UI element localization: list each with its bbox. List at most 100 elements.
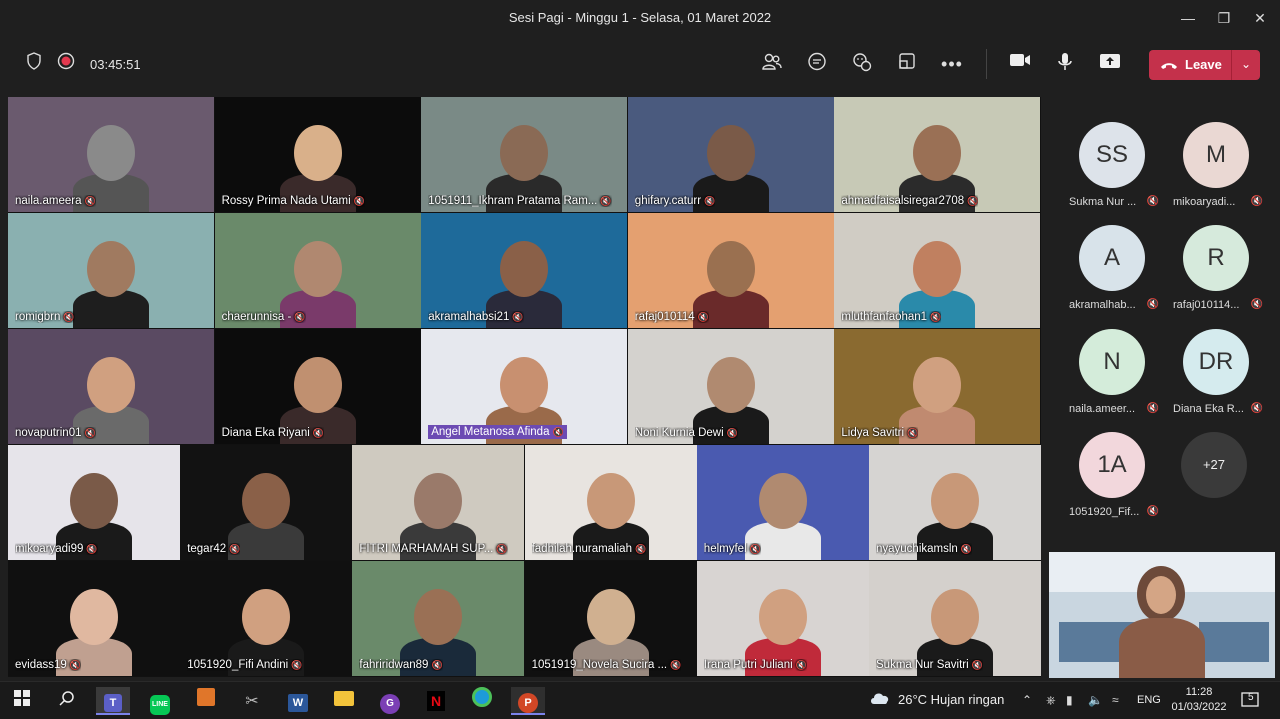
chat-icon[interactable] [805, 52, 829, 76]
participant-video-tile[interactable]: fahriridwan89 🔇 [352, 561, 525, 676]
tray-microphone-icon[interactable]: ⎈ [1046, 693, 1056, 708]
roster-participant[interactable]: Rrafaj010114... 🔇 [1161, 225, 1271, 325]
pdf-app-icon[interactable]: G [373, 687, 407, 715]
participant-video-tile[interactable]: Irana Putri Juliani 🔇 [696, 561, 869, 676]
participant-video-tile[interactable]: novaputrin01 🔇 [8, 329, 214, 444]
participant-video-tile[interactable]: FITRI MARHAMAH SUP... 🔇 [352, 445, 525, 560]
shield-icon [22, 52, 46, 76]
roster-participant[interactable]: Aakramalhab... 🔇 [1057, 225, 1167, 325]
participant-name: Angel Metanosa Afinda 🔇 [428, 425, 567, 439]
notifications-icon[interactable]: 5 [1240, 690, 1262, 713]
roster-participant[interactable]: Nnaila.ameer... 🔇 [1057, 329, 1167, 429]
line-app-icon[interactable]: LINE [143, 687, 177, 715]
file-explorer-icon[interactable] [327, 687, 361, 715]
leave-options-button[interactable]: ⌄ [1231, 50, 1260, 80]
mic-muted-icon: 🔇 [795, 660, 807, 670]
participant-video-tile[interactable]: Diana Eka Riyani 🔇 [214, 329, 421, 444]
system-clock[interactable]: 11:28 01/03/2022 [1170, 685, 1228, 715]
roster-participant[interactable]: Mmikoaryadi... 🔇 [1161, 122, 1271, 222]
wifi-icon[interactable]: ≈ [1112, 693, 1119, 707]
roster-participant[interactable]: SS Sukma Nur ... 🔇 [1057, 122, 1167, 222]
teams-app-icon[interactable]: T [96, 687, 130, 715]
participant-name-text: mluthfanfaohan1 [841, 311, 928, 323]
roster-participant[interactable]: 1A 1051920_Fif... 🔇 [1057, 432, 1167, 532]
participant-name-text: ghifary.caturr [634, 195, 702, 207]
participant-video-tile[interactable]: mikoaryadi99 🔇 [8, 445, 180, 560]
reactions-icon[interactable] [850, 52, 874, 76]
participant-name-text: Rossy Prima Nada Utami [221, 195, 351, 207]
participant-video-tile[interactable]: akramalhabsi21 🔇 [421, 213, 628, 328]
clock-time: 11:28 [1185, 686, 1213, 698]
participant-face [293, 356, 342, 413]
participant-video-tile[interactable]: Angel Metanosa Afinda 🔇 [421, 329, 628, 444]
cloud-icon[interactable] [869, 690, 891, 709]
mic-muted-icon: 🔇 [294, 312, 306, 322]
powerpoint-app-icon[interactable]: P [511, 687, 545, 715]
weather-widget[interactable]: 26°C Hujan ringan [898, 692, 1004, 707]
close-icon[interactable]: ✕ [1250, 8, 1270, 28]
language-indicator[interactable]: ENG [1137, 694, 1161, 706]
snipping-tool-icon[interactable]: ✂ [235, 687, 269, 715]
mic-muted-icon: 🔇 [967, 196, 979, 206]
mic-muted-icon: 🔇 [907, 428, 919, 438]
netflix-app-icon[interactable]: N [419, 687, 453, 715]
participant-face [500, 240, 549, 297]
participant-video-tile[interactable]: helmyfel 🔇 [696, 445, 869, 560]
participant-video-tile[interactable]: romigbrn 🔇 [8, 213, 214, 328]
search-icon[interactable] [50, 687, 84, 715]
camera-icon[interactable] [1008, 52, 1032, 76]
participant-video-tile[interactable]: 1051919_Novela Sucira ... 🔇 [524, 561, 697, 676]
leave-button[interactable]: Leave [1149, 50, 1231, 80]
breakout-rooms-icon[interactable] [895, 52, 919, 76]
participant-name: ahmadfaisalsiregar2708 🔇 [841, 195, 978, 207]
participant-video-tile[interactable]: fadhilah.nuramaliah 🔇 [524, 445, 697, 560]
participant-video-tile[interactable]: naila.ameera 🔇 [8, 97, 214, 212]
maximize-icon[interactable]: ❐ [1214, 8, 1234, 28]
video-grid: naila.ameera 🔇 Rossy Prima Nada Utami 🔇 1051… [8, 97, 1041, 677]
participant-video-tile[interactable]: Rossy Prima Nada Utami 🔇 [214, 97, 421, 212]
participant-video-tile[interactable]: rafaj010114 🔇 [627, 213, 834, 328]
share-screen-icon[interactable] [1098, 52, 1122, 76]
participant-video-tile[interactable]: Lidya Savitri 🔇 [834, 329, 1041, 444]
roster-participant[interactable]: DR Diana Eka R... 🔇 [1161, 329, 1271, 429]
participant-video-tile[interactable]: chaerunnisa - 🔇 [214, 213, 421, 328]
participant-name: fahriridwan89 🔇 [359, 659, 442, 671]
participant-video-tile[interactable]: ghifary.caturr 🔇 [627, 97, 834, 212]
windows-start-icon[interactable] [5, 687, 39, 715]
word-app-icon[interactable]: W [281, 687, 315, 715]
volume-icon[interactable]: 🔈 [1088, 693, 1103, 707]
battery-icon[interactable]: ▮ [1066, 693, 1073, 707]
self-video-preview[interactable] [1049, 552, 1275, 678]
participant-video-tile[interactable]: 1051920_Fifi Andini 🔇 [180, 561, 353, 676]
participant-video-tile[interactable]: nyayuchikamsln 🔇 [869, 445, 1041, 560]
weather-text: 26°C Hujan ringan [898, 692, 1005, 707]
edge-browser-icon[interactable] [465, 687, 499, 715]
participant-name-text: Noni Kurnia Dewi [634, 427, 724, 439]
participant-face [293, 124, 342, 181]
participant-video-tile[interactable]: 1051911_Ikhram Pratama Ram... 🔇 [421, 97, 628, 212]
mic-muted-icon: 🔇 [930, 312, 942, 322]
participant-video-tile[interactable]: evidass19 🔇 [8, 561, 180, 676]
mic-muted-icon: 🔇 [726, 428, 738, 438]
minimize-icon[interactable]: — [1178, 8, 1198, 28]
participant-video-tile[interactable]: Sukma Nur Savitri 🔇 [869, 561, 1041, 676]
participants-icon[interactable] [760, 52, 784, 76]
participant-face [242, 472, 291, 529]
more-participants-button[interactable]: +27 [1181, 432, 1247, 498]
mic-muted-icon: 🔇 [704, 196, 716, 206]
participant-name-text: Lidya Savitri [841, 427, 905, 439]
participant-video-tile[interactable]: tegar42 🔇 [180, 445, 353, 560]
mic-muted-icon: 🔇 [634, 544, 647, 554]
chevron-up-icon[interactable]: ⌃ [1022, 693, 1032, 707]
participant-video-tile[interactable]: ahmadfaisalsiregar2708 🔇 [834, 97, 1041, 212]
participant-name: naila.ameera 🔇 [15, 195, 96, 207]
file-archive-app-icon[interactable] [189, 687, 223, 715]
participant-name-text: ahmadfaisalsiregar2708 [841, 195, 965, 207]
participant-video-tile[interactable]: Noni Kurnia Dewi 🔇 [627, 329, 834, 444]
participant-face [87, 356, 135, 413]
more-actions-icon[interactable]: ••• [940, 52, 964, 76]
participant-video-tile[interactable]: mluthfanfaohan1 🔇 [834, 213, 1041, 328]
avatar: A [1079, 225, 1145, 291]
participant-name: Rossy Prima Nada Utami 🔇 [222, 195, 365, 207]
microphone-icon[interactable] [1053, 52, 1077, 76]
